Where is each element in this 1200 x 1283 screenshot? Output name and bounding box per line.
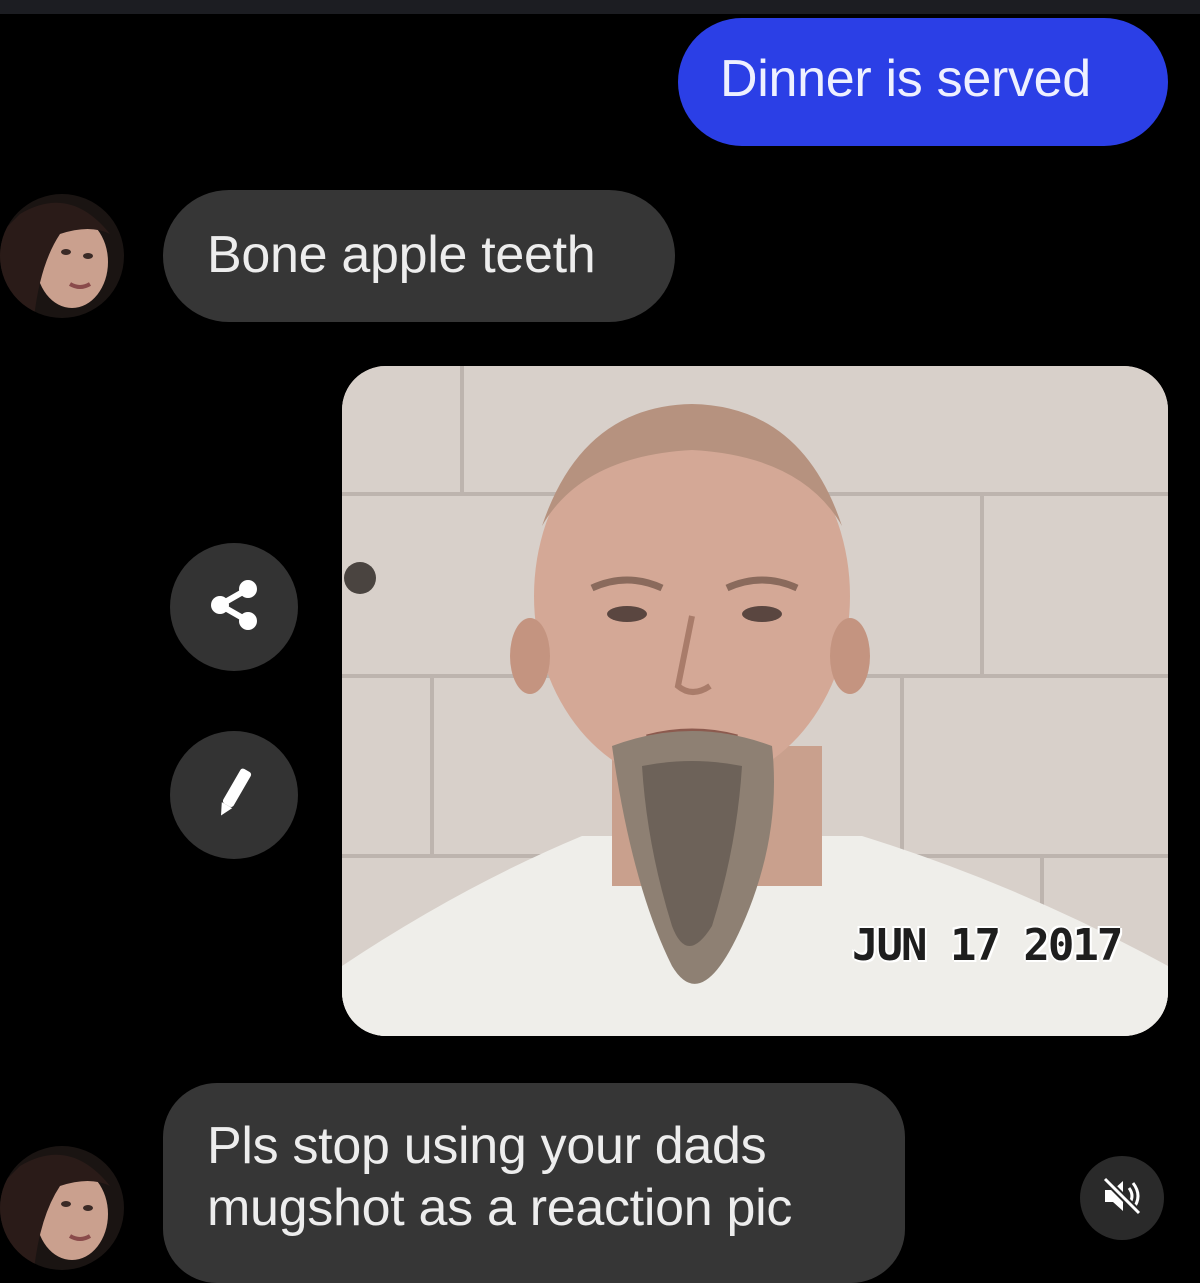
avatar-image xyxy=(0,194,124,318)
outgoing-message-bubble[interactable]: Dinner is served xyxy=(678,18,1168,146)
incoming-message-bubble[interactable]: Bone apple teeth xyxy=(163,190,675,322)
top-status-strip xyxy=(0,0,1200,14)
contact-avatar[interactable] xyxy=(0,1146,124,1270)
message-text-line: mugshot as a reaction pic xyxy=(207,1179,793,1237)
message-text: Dinner is served xyxy=(720,50,1091,108)
mute-button[interactable] xyxy=(1080,1156,1164,1240)
share-icon xyxy=(202,573,266,642)
incoming-message-bubble[interactable]: Pls stop using your dads mugshot as a re… xyxy=(163,1083,905,1283)
contact-avatar[interactable] xyxy=(0,194,124,318)
photo-date-stamp: JUN 17 2017 xyxy=(852,920,1123,971)
edit-button[interactable] xyxy=(170,731,298,859)
pencil-icon xyxy=(202,761,266,830)
message-text: Bone apple teeth xyxy=(207,226,596,284)
speaker-muted-icon xyxy=(1099,1173,1145,1224)
share-button[interactable] xyxy=(170,543,298,671)
message-text-line: Pls stop using your dads xyxy=(207,1117,767,1175)
avatar-image xyxy=(0,1146,124,1270)
